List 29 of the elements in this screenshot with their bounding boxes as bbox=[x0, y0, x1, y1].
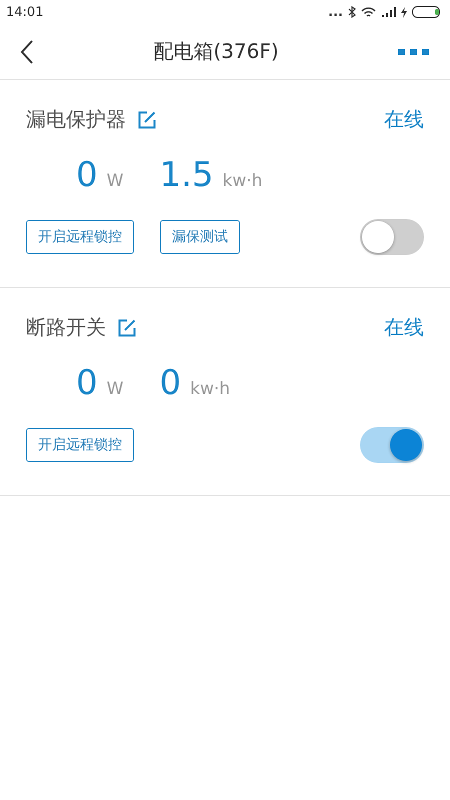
metric-value: 1.5 bbox=[159, 155, 214, 195]
toggle-switch[interactable] bbox=[360, 427, 424, 463]
metric-unit: W bbox=[106, 379, 124, 399]
battery-icon bbox=[412, 6, 442, 18]
wifi-icon bbox=[361, 6, 376, 18]
toggle-switch[interactable] bbox=[360, 219, 424, 255]
metric-value: 0 bbox=[76, 155, 98, 195]
action-button[interactable]: 漏保测试 bbox=[160, 220, 240, 254]
edit-icon[interactable] bbox=[138, 110, 156, 128]
page-title: 配电箱(376F) bbox=[153, 38, 279, 65]
action-button[interactable]: 开启远程锁控 bbox=[26, 428, 134, 462]
metric-value: 0 bbox=[159, 363, 182, 403]
bluetooth-icon bbox=[348, 6, 356, 18]
status-dots: ... bbox=[328, 4, 343, 20]
more-icon[interactable] bbox=[398, 48, 430, 56]
device-name: 漏电保护器 bbox=[26, 106, 126, 133]
action-button[interactable]: 开启远程锁控 bbox=[26, 220, 134, 254]
charging-icon bbox=[401, 6, 407, 18]
metric-unit: kw·h bbox=[222, 171, 262, 191]
status-time: 14:01 bbox=[6, 4, 44, 20]
metric-unit: W bbox=[106, 171, 124, 191]
edit-icon[interactable] bbox=[118, 318, 136, 336]
metric-value: 0 bbox=[76, 363, 98, 403]
metric-unit: kw·h bbox=[190, 379, 230, 399]
status-text: 在线 bbox=[384, 314, 424, 341]
status-text: 在线 bbox=[384, 106, 424, 133]
signal-icon bbox=[381, 6, 396, 18]
back-icon[interactable] bbox=[20, 40, 34, 64]
device-name: 断路开关 bbox=[26, 314, 106, 341]
